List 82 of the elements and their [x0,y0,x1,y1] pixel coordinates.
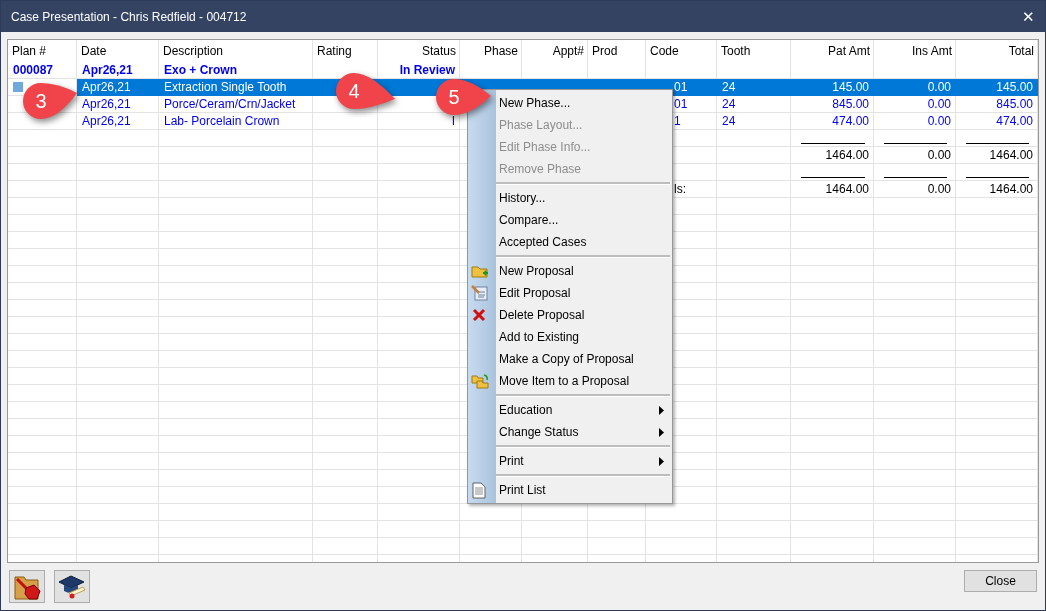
menu-item[interactable]: New Proposal [497,260,672,282]
table-cell-text: 1 [673,113,682,130]
window-title: Case Presentation - Chris Redfield - 004712 [11,9,247,24]
sum-rule [801,143,865,144]
selected-row-cell: 145.00 [791,79,874,96]
table-cell-text: Porce/Ceram/Crn/Jacket [163,96,297,113]
column-header[interactable]: Pat Amt [791,40,874,62]
edit-document-icon [471,285,489,301]
move-folders-icon [471,373,489,389]
delete-icon [471,307,487,323]
table-cell-text: Apr26,21 [81,62,134,79]
table-cell-text: 0.00 [926,113,952,130]
menu-item[interactable]: Compare... [497,209,672,231]
education-tool-button[interactable] [54,570,90,603]
table-cell-text: 1464.00 [988,147,1034,164]
table-cell-text: In Review [398,62,456,79]
table-cell-text: 24 [721,113,737,130]
table-cell-text: 01 [673,96,689,113]
table-cell-text: 1464.00 [824,181,870,198]
column-header[interactable]: Prod [588,40,646,62]
callout-number: 4 [347,79,361,103]
menu-item[interactable]: Print [497,450,672,472]
submenu-arrow-icon [659,405,664,415]
column-header[interactable]: Phase [460,40,522,62]
column-header[interactable]: Ins Amt [874,40,956,62]
menu-item[interactable]: Move Item to a Proposal [497,370,672,392]
column-header[interactable]: Code [646,40,717,62]
menu-item[interactable]: History... [497,187,672,209]
selected-row-cell: Extraction Single Tooth [159,79,313,96]
column-header[interactable]: Tooth [717,40,791,62]
selected-row-cell: 0.00 [874,79,956,96]
folder-add-icon [471,263,489,279]
menu-item[interactable]: Delete Proposal [497,304,672,326]
column-header[interactable]: Date [77,40,159,62]
table-cell-text: 24 [721,96,737,113]
selected-row-cell: 24 [717,79,791,96]
submenu-arrow-icon [659,456,664,466]
table-cell-text: 1464.00 [824,147,870,164]
table-cell-text: I [450,113,456,130]
column-header[interactable]: Plan # [8,40,77,62]
table-cell-text: 000087 [12,62,55,79]
table-cell-text: 0.00 [926,181,952,198]
column-header[interactable]: Status [378,40,460,62]
sum-rule [966,177,1029,178]
table-cell-text: 474.00 [831,113,870,130]
callout-number: 3 [34,89,48,113]
column-header[interactable]: Rating [313,40,378,62]
column-header[interactable]: Description [159,40,313,62]
table-cell-text: Apr26,21 [81,113,132,130]
table-cell-text: 474.00 [995,113,1034,130]
sum-rule [801,177,865,178]
table-cell-text: ls: [673,181,687,198]
column-header[interactable]: Total [956,40,1038,62]
menu-item[interactable]: Print List [497,479,672,501]
selected-row-cell: Apr26,21 [77,79,159,96]
close-button[interactable]: Close [964,570,1037,592]
table-cell-text: Apr26,21 [81,96,132,113]
submenu-arrow-icon [659,427,664,437]
menu-item[interactable]: Change Status [497,421,672,443]
row-selector [13,82,23,92]
proposal-tool-button[interactable] [9,570,45,603]
sum-rule [884,143,947,144]
selected-row-cell: 145.00 [956,79,1038,96]
table-cell-text: 1464.00 [988,181,1034,198]
table-cell-text: 0.00 [926,96,952,113]
sum-rule [966,143,1029,144]
menu-item[interactable]: Accepted Cases [497,231,672,253]
table-cell-text: 845.00 [831,96,870,113]
callout-number: 5 [447,85,461,109]
menu-item[interactable]: Make a Copy of Proposal [497,348,672,370]
menu-item[interactable]: Add to Existing [497,326,672,348]
menu-item[interactable]: Edit Proposal [497,282,672,304]
callout-bubble [334,71,396,111]
table-cell-text: Lab- Porcelain Crown [163,113,281,130]
table-cell-text: Exo + Crown [163,62,238,79]
close-icon[interactable]: ✕ [1022,7,1035,26]
table-cell-text: 845.00 [995,96,1034,113]
column-header[interactable]: Appt# [522,40,588,62]
document-icon [471,482,487,499]
sum-rule [884,177,947,178]
table-cell-text: 0.00 [926,147,952,164]
menu-item[interactable]: Education [497,399,672,421]
